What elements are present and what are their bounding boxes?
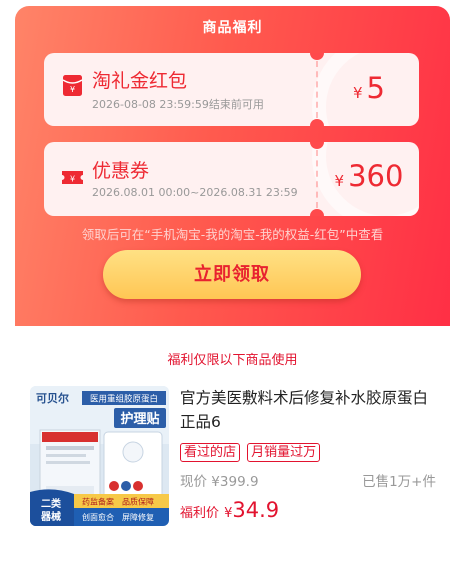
product-image-bottom-right: 屏障修复: [122, 512, 154, 522]
welfare-price: 福利价 ¥34.9: [180, 498, 279, 522]
coupon-amount: ¥5: [319, 71, 419, 105]
current-price-value: ¥399.9: [211, 474, 259, 490]
coupon-validity: 2026.08.01 00:00~2026.08.31 23:59: [92, 186, 298, 199]
welfare-price-value: 34.9: [232, 498, 280, 522]
product-tags: 看过的店 月销量过万: [180, 441, 322, 462]
currency-symbol: ¥: [353, 84, 363, 102]
tag-monthly-sales: 月销量过万: [247, 443, 321, 462]
welfare-price-label: 福利价: [180, 506, 220, 521]
current-price-label: 现价: [180, 474, 207, 490]
coupon-card-discount[interactable]: ¥ 优惠券 2026.08.01 00:00~2026.08.31 23:59 …: [44, 142, 419, 216]
coupon-value: 360: [348, 159, 404, 193]
coupon-title: 优惠券: [92, 160, 150, 182]
tag-viewed-shop: 看过的店: [180, 443, 241, 462]
coupon-title: 淘礼金红包: [92, 70, 188, 92]
sold-count: 已售1万+件: [362, 474, 436, 490]
welfare-card: 商品福利 ¥ 淘礼金红包 2026-08-08 23:59:59结束前可用 ¥5: [15, 6, 450, 570]
product-image-subtitle: 医用重组胶原蛋白: [90, 394, 158, 405]
coupon-validity: 2026-08-08 23:59:59结束前可用: [92, 98, 264, 111]
product-image-badge-line2: 器械: [40, 510, 61, 523]
product-image-badge-line1: 二类: [41, 497, 61, 510]
claim-now-button[interactable]: 立即领取: [103, 250, 361, 299]
product-image-strip-left: 药监备案: [82, 497, 114, 507]
redeem-notice: 领取后可在“手机淘宝-我的淘宝-我的权益-红包”中查看: [81, 227, 384, 242]
coupon-divider: [316, 61, 318, 118]
coupon-card-red-envelope[interactable]: ¥ 淘礼金红包 2026-08-08 23:59:59结束前可用 ¥5: [44, 53, 419, 126]
panel-title: 商品福利: [202, 20, 263, 36]
svg-text:¥: ¥: [70, 85, 75, 94]
ticket-icon: ¥: [61, 166, 84, 189]
currency-symbol: ¥: [334, 172, 345, 190]
current-price: 现价 ¥399.9: [180, 470, 259, 490]
product-title[interactable]: 官方美医敷料术后修复补水胶原蛋白正品6: [180, 386, 440, 434]
product-brand: 可贝尔: [36, 391, 69, 405]
svg-text:¥: ¥: [70, 175, 75, 184]
product-image-bottom-left: 创面愈合: [82, 512, 114, 522]
welfare-header-panel: 商品福利 ¥ 淘礼金红包 2026-08-08 23:59:59结束前可用 ¥5: [15, 6, 450, 326]
product-image[interactable]: 可贝尔 医用重组胶原蛋白 护理贴 药监备案 品质保障 创面愈合 屏障修复 二类: [30, 386, 169, 526]
limit-notice: 福利仅限以下商品使用: [167, 353, 298, 368]
product-image-headline: 护理贴: [120, 411, 159, 427]
product-image-strip-right: 品质保障: [122, 497, 154, 507]
red-envelope-icon: ¥: [61, 74, 84, 97]
coupon-value: 5: [366, 71, 385, 105]
coupon-amount: ¥360: [319, 159, 419, 193]
coupon-divider: [316, 150, 318, 208]
